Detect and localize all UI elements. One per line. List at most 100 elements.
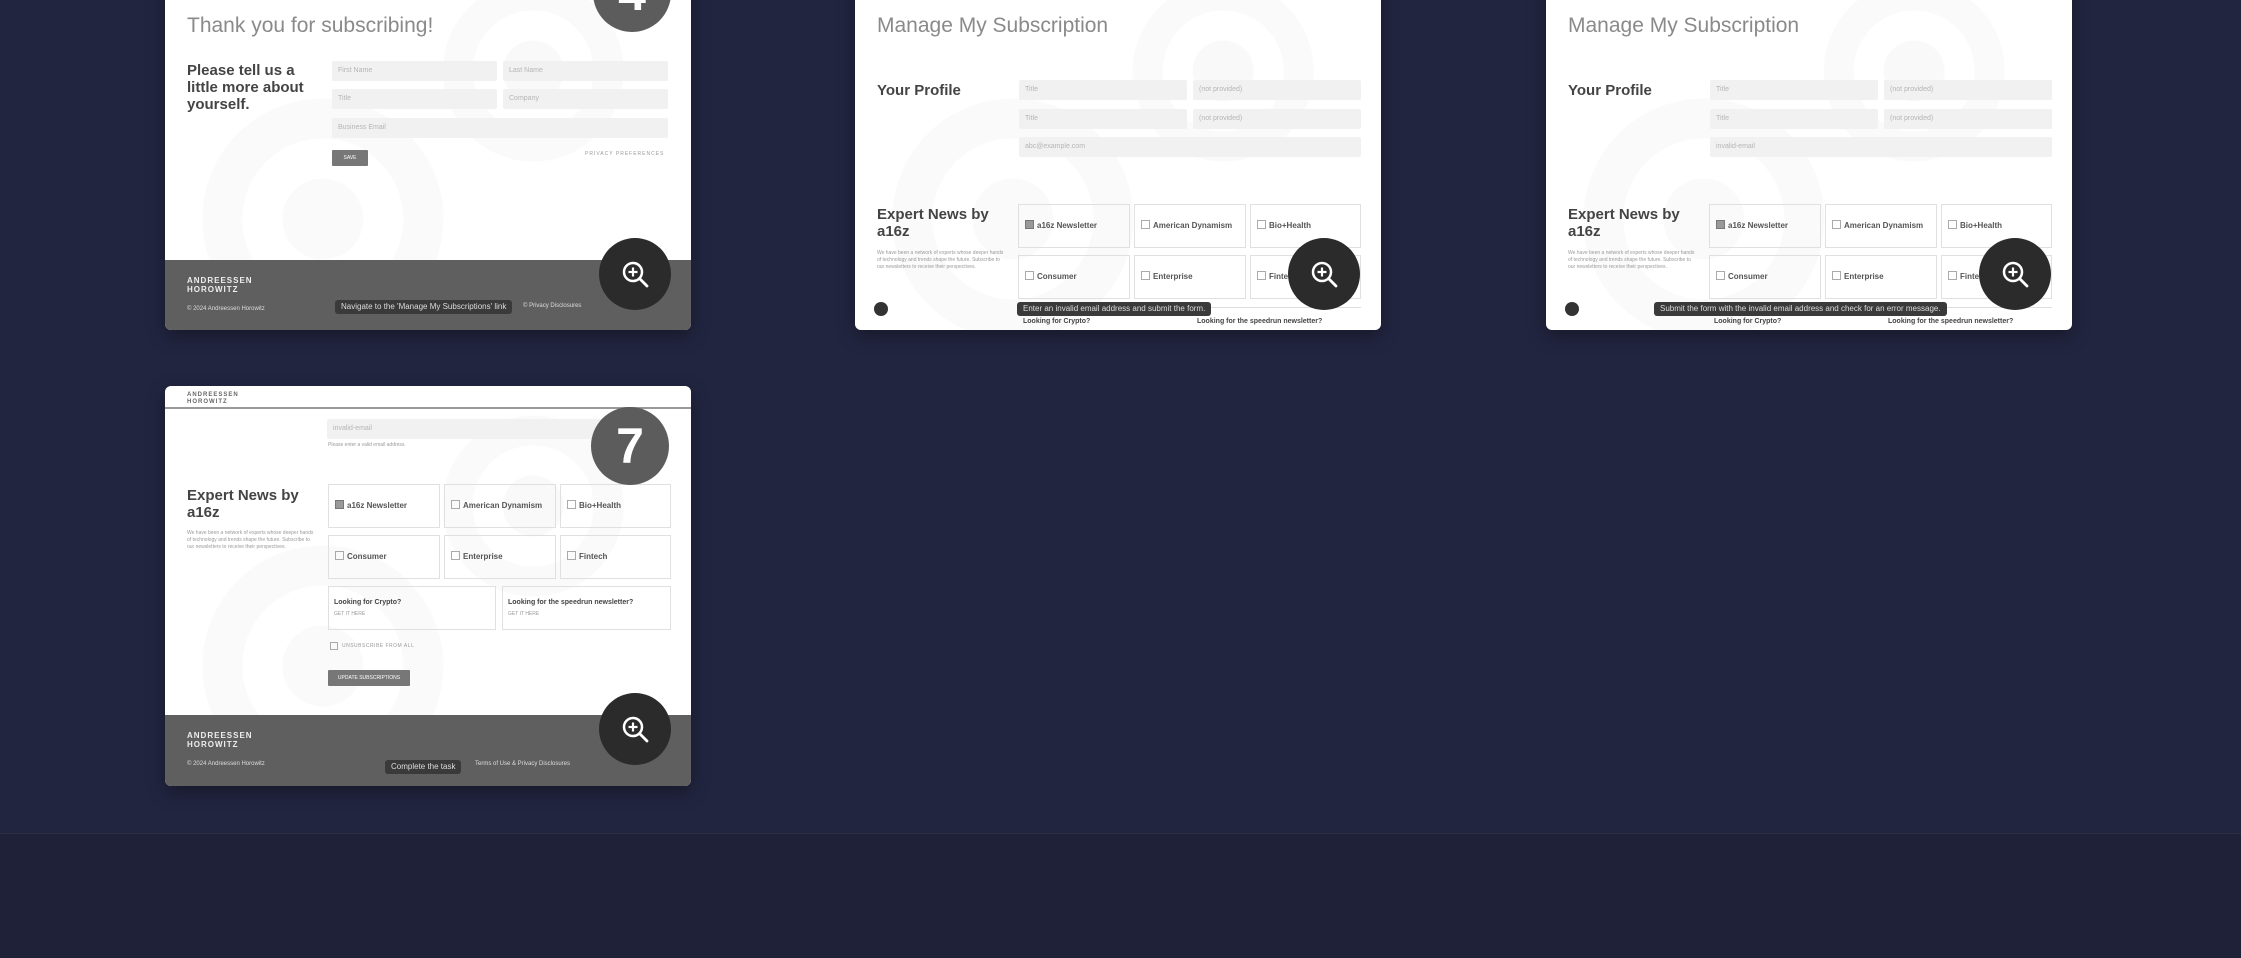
profile-field[interactable]: (not provided) xyxy=(1193,80,1361,100)
checkbox[interactable] xyxy=(567,500,576,509)
email-field[interactable]: abc@example.com xyxy=(1019,137,1361,157)
option-a16z-newsletter[interactable]: a16z Newsletter xyxy=(328,484,440,528)
news-description: We have been a network of experts whose … xyxy=(1568,250,1695,270)
zoom-button[interactable] xyxy=(1979,238,2051,310)
profile-label: Your Profile xyxy=(877,82,961,99)
card-title: Manage My Subscription xyxy=(1568,14,1800,37)
checkbox[interactable] xyxy=(1025,271,1034,280)
news-label: Expert News by a16z xyxy=(1568,206,1680,240)
profile-field[interactable]: Title xyxy=(1019,109,1187,129)
profile-field[interactable]: Title xyxy=(1019,80,1187,100)
privacy-note: PRIVACY PREFERENCES xyxy=(585,151,665,157)
screenshot-card-6[interactable]: Manage My Subscription Your Profile Titl… xyxy=(1546,0,2072,330)
checkbox[interactable] xyxy=(1948,271,1957,280)
crypto-question: Looking for Crypto? xyxy=(334,599,402,606)
header-logo[interactable]: ANDREESSEN HOROWITZ xyxy=(187,392,239,406)
option-fintech[interactable]: Fintech xyxy=(560,535,671,579)
update-subscriptions-button[interactable]: UPDATE SUBSCRIPTIONS xyxy=(328,670,410,686)
checkbox-checked[interactable] xyxy=(1025,220,1034,229)
option-bio-health[interactable]: Bio+Health xyxy=(1250,204,1361,248)
option-enterprise[interactable]: Enterprise xyxy=(1825,255,1937,299)
card-title: Thank you for subscribing! xyxy=(187,14,434,37)
profile-field[interactable]: (not provided) xyxy=(1193,109,1361,129)
email-field[interactable]: invalid-email xyxy=(327,419,627,439)
zoom-button[interactable] xyxy=(599,238,671,310)
crypto-box[interactable]: Looking for Crypto? GET IT HERE xyxy=(328,586,496,630)
last-name-field[interactable]: Last Name xyxy=(503,61,668,81)
header-divider xyxy=(165,407,691,409)
footer-links[interactable]: Terms of Use & Privacy Disclosures xyxy=(475,761,570,767)
checkbox[interactable] xyxy=(451,551,460,560)
checkbox[interactable] xyxy=(1257,271,1266,280)
checkbox[interactable] xyxy=(1716,271,1725,280)
save-button[interactable]: SAVE xyxy=(332,150,368,166)
speedrun-question: Looking for the speedrun newsletter? xyxy=(508,599,634,606)
email-error: Please enter a valid email address. xyxy=(328,442,406,448)
unsubscribe-checkbox[interactable] xyxy=(330,642,338,650)
profile-field[interactable]: (not provided) xyxy=(1884,80,2052,100)
checkbox[interactable] xyxy=(1141,220,1150,229)
title-field[interactable]: Title xyxy=(332,89,497,109)
speedrun-link[interactable]: GET IT HERE xyxy=(508,611,539,618)
checkbox-checked[interactable] xyxy=(1716,220,1725,229)
step-tooltip: Submit the form with the invalid email a… xyxy=(1654,302,1947,316)
zoom-button[interactable] xyxy=(1288,238,1360,310)
option-enterprise[interactable]: Enterprise xyxy=(1134,255,1246,299)
profile-field[interactable]: Title xyxy=(1710,109,1878,129)
screenshot-card-7[interactable]: ANDREESSEN HOROWITZ invalid-email Please … xyxy=(165,386,691,786)
option-american-dynamism[interactable]: American Dynamism xyxy=(444,484,556,528)
card-title: Manage My Subscription xyxy=(877,14,1109,37)
zoom-in-icon xyxy=(622,716,649,743)
crypto-question[interactable]: Looking for Crypto? xyxy=(1714,318,1781,325)
checkbox[interactable] xyxy=(451,500,460,509)
option-bio-health[interactable]: Bio+Health xyxy=(1941,204,2052,248)
screenshot-card-4[interactable]: Thank you for subscribing! Please tell u… xyxy=(165,0,691,330)
crypto-link[interactable]: GET IT HERE xyxy=(334,611,365,618)
option-consumer[interactable]: Consumer xyxy=(328,535,440,579)
news-description: We have been a network of experts whose … xyxy=(877,250,1004,270)
checkbox[interactable] xyxy=(1832,271,1841,280)
option-consumer[interactable]: Consumer xyxy=(1709,255,1821,299)
checkbox[interactable] xyxy=(1832,220,1841,229)
zoom-button[interactable] xyxy=(599,693,671,765)
step-tooltip: Complete the task xyxy=(385,760,462,774)
crypto-question[interactable]: Looking for Crypto? xyxy=(1023,318,1090,325)
step-tooltip: Enter an invalid email address and submi… xyxy=(1017,302,1212,316)
option-bio-health[interactable]: Bio+Health xyxy=(560,484,671,528)
checkbox[interactable] xyxy=(335,551,344,560)
profile-field[interactable]: Title xyxy=(1710,80,1878,100)
checkbox[interactable] xyxy=(1948,220,1957,229)
checkbox[interactable] xyxy=(1257,220,1266,229)
news-label: Expert News by a16z xyxy=(877,206,989,240)
info-icon xyxy=(874,302,888,316)
option-consumer[interactable]: Consumer xyxy=(1018,255,1130,299)
checkbox[interactable] xyxy=(567,551,576,560)
screenshot-card-5[interactable]: Manage My Subscription Your Profile Titl… xyxy=(855,0,1381,330)
business-email-field[interactable]: Business Email xyxy=(332,118,668,138)
prompt-heading: Please tell us a little more about yours… xyxy=(187,62,304,113)
option-american-dynamism[interactable]: American Dynamism xyxy=(1134,204,1246,248)
info-icon xyxy=(1565,302,1579,316)
news-description: We have been a network of experts whose … xyxy=(187,530,314,550)
speedrun-question[interactable]: Looking for the speedrun newsletter? xyxy=(1888,318,2013,325)
option-a16z-newsletter[interactable]: a16z Newsletter xyxy=(1018,204,1130,248)
option-a16z-newsletter[interactable]: a16z Newsletter xyxy=(1709,204,1821,248)
step-badge: 7 xyxy=(591,407,669,485)
profile-field[interactable]: (not provided) xyxy=(1884,109,2052,129)
speedrun-box[interactable]: Looking for the speedrun newsletter? GET… xyxy=(502,586,671,630)
speedrun-question[interactable]: Looking for the speedrun newsletter? xyxy=(1197,318,1322,325)
option-enterprise[interactable]: Enterprise xyxy=(444,535,556,579)
footer-links[interactable]: © Privacy Disclosures xyxy=(523,303,581,309)
footer-location: © 2024 Andreessen Horowitz xyxy=(187,761,265,767)
checkbox[interactable] xyxy=(1141,271,1150,280)
step-tooltip: Navigate to the 'Manage My Subscriptions… xyxy=(335,300,513,314)
option-american-dynamism[interactable]: American Dynamism xyxy=(1825,204,1937,248)
checkbox-checked[interactable] xyxy=(335,500,344,509)
zoom-in-icon xyxy=(622,261,649,288)
email-field[interactable]: invalid-email xyxy=(1710,137,2052,157)
first-name-field[interactable]: First Name xyxy=(332,61,497,81)
zoom-in-icon xyxy=(1311,261,1338,288)
company-field[interactable]: Company xyxy=(503,89,668,109)
zoom-in-icon xyxy=(2002,261,2029,288)
step-badge: 4 xyxy=(593,0,671,32)
